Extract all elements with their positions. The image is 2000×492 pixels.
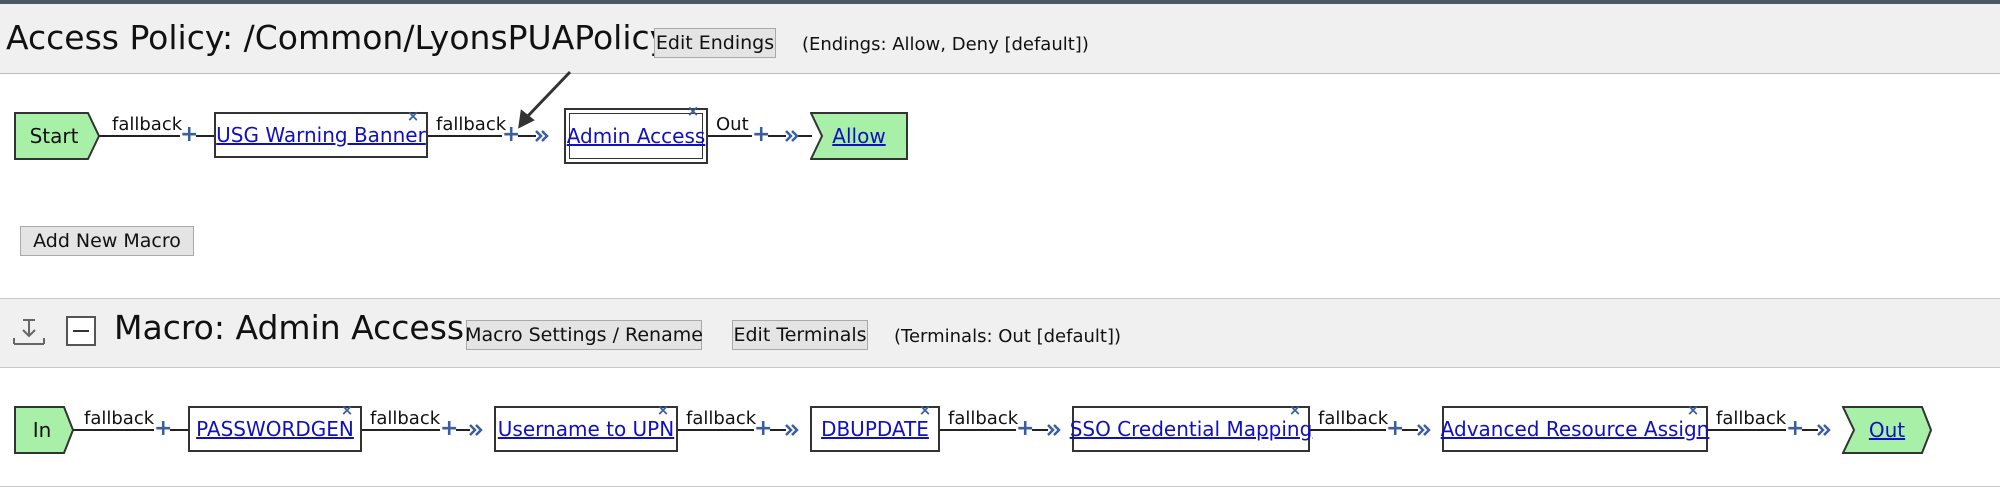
plus-icon[interactable]: + bbox=[440, 418, 458, 440]
username-to-upn-node[interactable]: Username to UPN × bbox=[494, 403, 678, 452]
add-new-macro-button[interactable]: Add New Macro bbox=[20, 226, 194, 256]
macro-node-inner: Admin Access bbox=[567, 113, 706, 159]
branch-label: fallback bbox=[686, 408, 757, 429]
close-icon[interactable]: × bbox=[340, 403, 354, 418]
plus-icon[interactable]: + bbox=[754, 418, 772, 440]
allow-ending[interactable]: Allow bbox=[810, 112, 908, 160]
start-label: Start bbox=[29, 124, 79, 148]
plus-icon[interactable]: + bbox=[1386, 418, 1404, 440]
node-link[interactable]: Username to UPN bbox=[498, 417, 674, 441]
branch-label: fallback bbox=[948, 408, 1019, 429]
macro-title: Macro: Admin Access bbox=[114, 308, 465, 347]
edit-terminals-button[interactable]: Edit Terminals bbox=[732, 320, 868, 350]
sso-credential-mapping-node[interactable]: SSO Credential Mapping × bbox=[1070, 403, 1313, 452]
plus-icon[interactable]: + bbox=[1016, 418, 1034, 440]
branch-label: fallback bbox=[436, 114, 507, 135]
close-icon[interactable]: × bbox=[686, 104, 700, 119]
plus-icon[interactable]: + bbox=[180, 124, 198, 146]
plus-icon[interactable]: + bbox=[752, 124, 770, 146]
node-link[interactable]: DBUPDATE bbox=[821, 417, 929, 441]
branch-label: fallback bbox=[84, 408, 155, 429]
plus-icon[interactable]: + bbox=[1786, 418, 1804, 440]
admin-access-macro-node[interactable]: Admin Access × bbox=[564, 104, 708, 164]
terminals-note: (Terminals: Out [default]) bbox=[894, 326, 1122, 347]
close-icon[interactable]: × bbox=[406, 109, 420, 124]
out-link[interactable]: Out bbox=[1869, 418, 1905, 442]
node-link[interactable]: USG Warning Banner bbox=[216, 123, 426, 147]
passwordgen-node[interactable]: PASSWORDGEN × bbox=[188, 403, 362, 452]
start-terminal: Start bbox=[14, 112, 100, 160]
usg-warning-banner-node[interactable]: USG Warning Banner × bbox=[214, 109, 428, 158]
macro-settings-button[interactable]: Macro Settings / Rename bbox=[465, 320, 703, 350]
section-divider bbox=[0, 486, 2000, 487]
branch-label: fallback bbox=[112, 114, 183, 135]
plus-icon[interactable]: + bbox=[154, 418, 172, 440]
branch-label: fallback bbox=[1716, 408, 1787, 429]
branch-label: Out bbox=[716, 114, 749, 135]
node-link[interactable]: Advanced Resource Assign bbox=[1441, 417, 1710, 441]
dbupdate-node[interactable]: DBUPDATE × bbox=[810, 403, 940, 452]
close-icon[interactable]: × bbox=[656, 403, 670, 418]
close-icon[interactable]: × bbox=[918, 403, 932, 418]
out-terminal[interactable]: Out bbox=[1842, 406, 1932, 454]
allow-link[interactable]: Allow bbox=[832, 124, 885, 148]
plus-icon[interactable]: + bbox=[502, 124, 520, 146]
node-link[interactable]: Admin Access bbox=[567, 124, 706, 148]
advanced-resource-assign-node[interactable]: Advanced Resource Assign × bbox=[1441, 403, 1710, 452]
node-link[interactable]: SSO Credential Mapping bbox=[1070, 417, 1313, 441]
collapse-icon[interactable] bbox=[66, 316, 96, 346]
node-link[interactable]: PASSWORDGEN bbox=[196, 417, 354, 441]
close-icon[interactable]: × bbox=[1686, 403, 1700, 418]
branch-label: fallback bbox=[1318, 408, 1389, 429]
close-icon[interactable]: × bbox=[1288, 403, 1302, 418]
in-label: In bbox=[32, 418, 52, 442]
expand-macro-icon[interactable] bbox=[12, 318, 46, 346]
branch-label: fallback bbox=[370, 408, 441, 429]
in-terminal: In bbox=[14, 406, 74, 454]
